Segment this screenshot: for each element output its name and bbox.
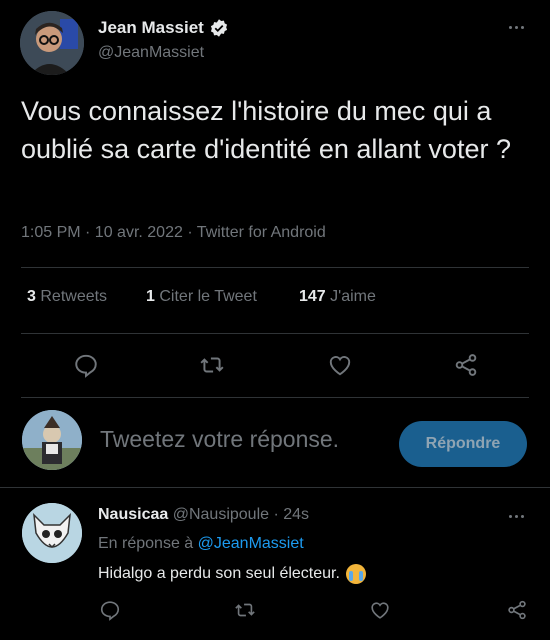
quotes-stat[interactable]: 1 Citer le Tweet [146,288,257,306]
more-icon[interactable] [509,24,529,30]
reply-header: Nausicaa @Nausipoule · 24s [98,506,309,524]
reply-icon[interactable] [99,599,121,621]
author-name-text[interactable]: Jean Massiet [98,18,204,38]
replying-to-link[interactable]: @JeanMassiet [198,535,304,552]
like-icon[interactable] [369,599,391,621]
retweets-count: 3 [27,288,36,305]
tweet-meta: 1:05 PM · 10 avr. 2022 · Twitter for And… [21,224,326,241]
divider [21,397,529,398]
replying-to: En réponse à @JeanMassiet [98,535,304,553]
quotes-label: Citer le Tweet [159,288,257,305]
tweet-text: Vous connaissez l'histoire du mec qui a … [21,96,511,164]
divider [21,267,529,268]
reply-author-avatar[interactable] [22,503,82,563]
likes-count: 147 [299,288,326,305]
reply-separator: · [273,506,279,523]
replying-prefix: En réponse à [98,535,194,552]
sob-emoji-icon [345,564,366,584]
author-avatar[interactable] [20,11,84,75]
likes-stat[interactable]: 147 J'aime [299,288,376,306]
reply-timestamp[interactable]: 24s [283,506,309,523]
retweets-label: Retweets [40,288,108,305]
reply-text: Hidalgo a perdu son seul électeur. [98,564,366,584]
reply-author-handle[interactable]: @Nausipoule [173,506,269,523]
reply-input[interactable]: Tweetez votre réponse. [100,426,339,453]
user-avatar[interactable] [22,410,82,470]
reply-button[interactable]: Répondre [399,421,527,467]
reply-icon[interactable] [73,352,99,378]
retweet-icon[interactable] [234,599,256,621]
author-name[interactable]: Jean Massiet [98,18,229,38]
likes-label: J'aime [330,288,376,305]
retweets-stat[interactable]: 3 Retweets [27,288,107,306]
verified-badge-icon [210,19,227,37]
share-icon[interactable] [506,599,528,621]
reply-text-body: Hidalgo a perdu son seul électeur. [98,565,340,582]
author-handle[interactable]: @JeanMassiet [98,44,204,62]
share-icon[interactable] [453,352,479,378]
reply-author-name[interactable]: Nausicaa [98,506,168,523]
divider [21,333,529,334]
divider [0,487,550,488]
retweet-icon[interactable] [199,352,225,378]
more-icon[interactable] [509,513,529,519]
like-icon[interactable] [327,352,353,378]
quotes-count: 1 [146,288,155,305]
